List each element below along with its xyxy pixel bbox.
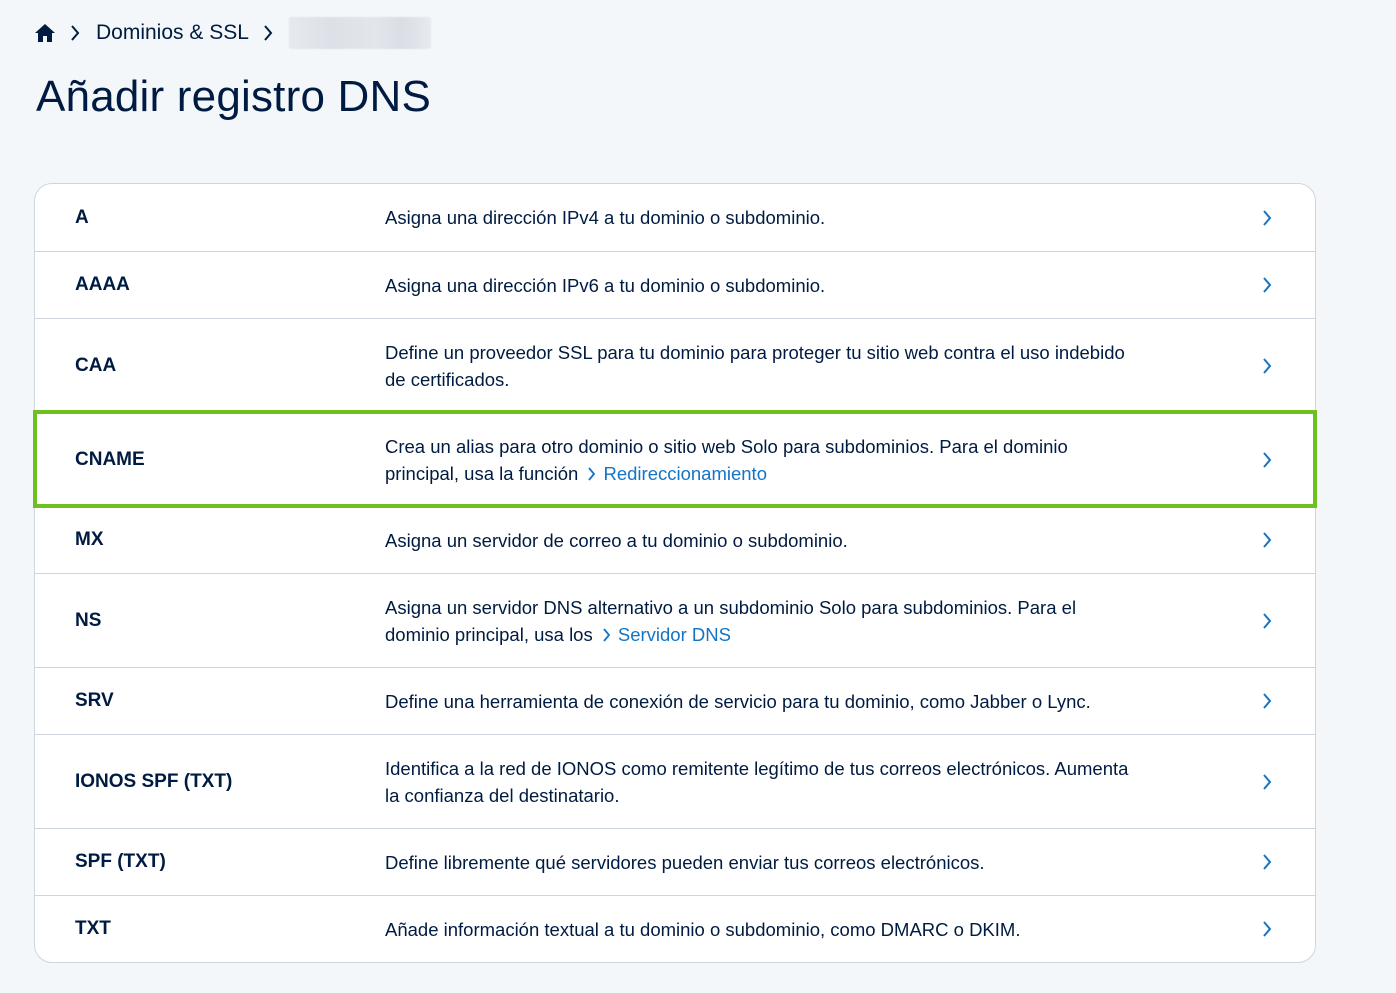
breadcrumb-domain-redacted	[288, 17, 431, 49]
redirect-link-label: Redireccionamiento	[603, 462, 767, 484]
dns-server-link[interactable]: Servidor DNS	[598, 624, 731, 645]
record-type: NS	[75, 609, 102, 631]
record-row-ionos-spf[interactable]: IONOS SPF (TXT) Identifica a la red de I…	[35, 734, 1315, 828]
record-type: SRV	[75, 690, 114, 711]
chevron-right-icon	[1262, 851, 1276, 873]
record-row-spf[interactable]: SPF (TXT) Define libremente qué servidor…	[35, 828, 1315, 895]
chevron-right-icon	[1262, 355, 1276, 377]
home-icon[interactable]	[34, 22, 56, 44]
record-row-cname[interactable]: CNAME Crea un alias para otro dominio o …	[33, 410, 1317, 508]
record-type: IONOS SPF (TXT)	[75, 770, 233, 792]
record-description: Define libremente qué servidores pueden …	[385, 851, 985, 873]
page-title: Añadir registro DNS	[36, 72, 432, 121]
dns-record-type-list: A Asigna una dirección IPv4 a tu dominio…	[33, 183, 1317, 963]
record-type: MX	[75, 529, 104, 550]
record-description: Asigna una dirección IPv6 a tu dominio o…	[385, 274, 826, 296]
chevron-right-icon	[263, 22, 277, 44]
record-row-mx[interactable]: MX Asigna un servidor de correo a tu dom…	[35, 506, 1315, 573]
record-row-a[interactable]: A Asigna una dirección IPv4 a tu dominio…	[35, 184, 1315, 251]
record-type: AAAA	[75, 274, 130, 295]
record-row-srv[interactable]: SRV Define una herramienta de conexión d…	[35, 667, 1315, 734]
chevron-right-icon	[1262, 918, 1276, 940]
record-row-txt[interactable]: TXT Añade información textual a tu domin…	[35, 895, 1315, 962]
record-description: Asigna un servidor DNS alternativo a un …	[385, 594, 1145, 648]
record-type: CNAME	[75, 448, 145, 470]
record-description: Define un proveedor SSL para tu dominio …	[385, 341, 1125, 390]
chevron-right-icon	[588, 466, 596, 481]
record-description: Asigna una dirección IPv4 a tu dominio o…	[385, 207, 826, 228]
record-type: SPF (TXT)	[75, 851, 166, 872]
record-type: TXT	[75, 918, 111, 939]
record-description: Define una herramienta de conexión de se…	[385, 690, 1091, 712]
chevron-right-icon	[603, 627, 611, 642]
breadcrumb: Dominios & SSL	[34, 17, 431, 49]
record-description: Identifica a la red de IONOS como remite…	[385, 757, 1129, 806]
record-description: Añade información textual a tu dominio o…	[385, 918, 1021, 940]
chevron-right-icon	[1262, 207, 1276, 229]
chevron-right-icon	[1262, 449, 1276, 471]
record-description: Asigna un servidor de correo a tu domini…	[385, 529, 848, 551]
chevron-right-icon	[1262, 274, 1276, 296]
record-row-aaaa[interactable]: AAAA Asigna una dirección IPv6 a tu domi…	[35, 251, 1315, 318]
chevron-right-icon	[1262, 610, 1276, 632]
chevron-right-icon	[70, 22, 84, 44]
record-type: A	[75, 206, 89, 228]
chevron-right-icon	[1262, 690, 1276, 712]
dns-server-link-label: Servidor DNS	[617, 623, 731, 645]
chevron-right-icon	[1262, 529, 1276, 551]
breadcrumb-domains-ssl[interactable]: Dominios & SSL	[96, 21, 249, 45]
record-row-ns[interactable]: NS Asigna un servidor DNS alternativo a …	[35, 573, 1315, 667]
record-description: Crea un alias para otro dominio o sitio …	[385, 433, 1145, 487]
record-type: CAA	[75, 354, 117, 376]
redirect-link[interactable]: Redireccionamiento	[583, 463, 767, 484]
chevron-right-icon	[1262, 771, 1276, 793]
record-row-caa[interactable]: CAA Define un proveedor SSL para tu domi…	[35, 318, 1315, 412]
